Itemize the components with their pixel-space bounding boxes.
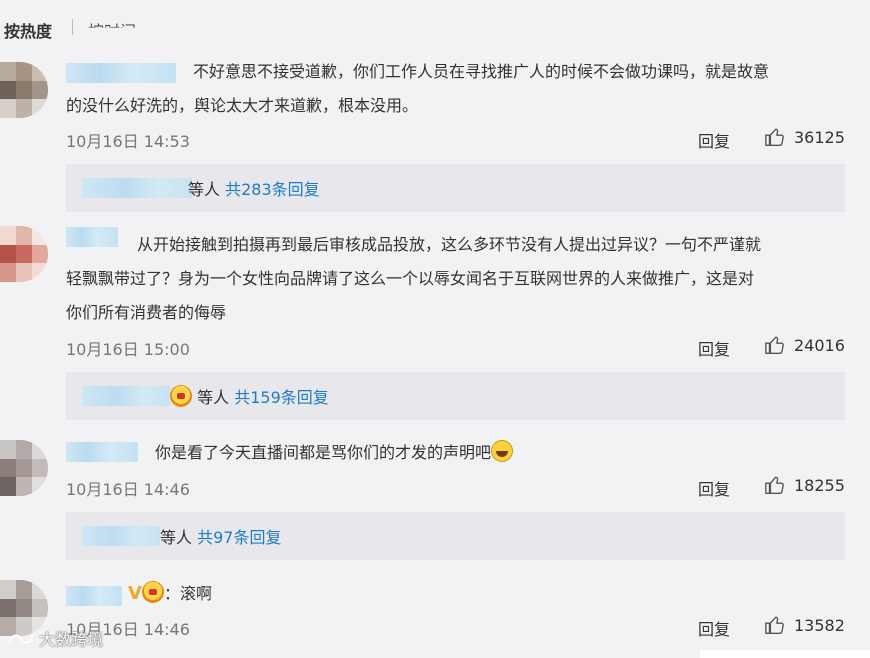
sort-divider [72,19,73,35]
reply-button[interactable]: 回复 [698,128,730,152]
avatar[interactable] [0,62,48,118]
username[interactable] [66,442,138,462]
like-count: 36125 [794,127,845,147]
reply-summary[interactable]: 等人 共159条回复 [66,372,845,420]
laugh-emoji-icon [491,440,514,462]
thumbs-up-icon [765,128,784,146]
thumbs-up-icon [765,336,784,354]
bottom-edge [700,650,870,658]
reply-count-link[interactable]: 共159条回复 [234,388,329,407]
replier-names [82,526,160,546]
watermark-logo: 大数跨境 [8,626,103,650]
comment-time: 10月16日 14:46 [66,480,190,499]
username[interactable] [66,63,176,83]
comment-text: 不好意思不接受道歉，你们工作人员在寻找推广人的时候不会做功课吗，就是故意 [193,62,770,81]
reply-button[interactable]: 回复 [698,616,730,640]
comment-text: 你是看了今天直播间都是骂你们的才发的声明吧 [155,436,514,470]
like-count: 13582 [794,615,845,635]
reply-button[interactable]: 回复 [698,476,730,500]
comment-time: 10月16日 14:53 [66,132,190,151]
comment-text: V ：滚啊 [128,577,212,611]
replier-names [82,178,192,198]
thumbs-up-icon [765,476,784,494]
like-button[interactable]: 36125 [764,126,845,148]
sort-by-time-tab[interactable]: 按时间 [88,18,136,28]
reply-count-link[interactable]: 共283条回复 [225,180,320,199]
reply-summary-text: 等人 共283条回复 [188,180,320,199]
reply-summary-text: 等人 共97条回复 [160,528,282,547]
comment-time: 10月16日 15:00 [66,340,190,359]
reply-button[interactable]: 回复 [698,336,730,360]
reply-summary[interactable]: 等人 共97条回复 [66,512,845,560]
avatar[interactable] [0,226,48,282]
comment-text-cont: 轻飘飘带过了？身为一个女性向品牌请了这么一个以辱女闻名于互联网世界的人来做推广，… [66,269,755,288]
comment-text-cont: 你们所有消费者的侮辱 [66,303,227,322]
fan-badge-icon [170,385,192,407]
replier-names [82,386,170,406]
verified-v-icon: V [128,583,142,604]
like-button[interactable]: 13582 [764,614,845,636]
comment-text: 从开始接触到拍摄再到最后审核成品投放，这么多环节没有人提出过异议？一句不严谨就 [137,235,762,254]
like-button[interactable]: 24016 [764,334,845,356]
avatar[interactable] [0,440,48,496]
username[interactable] [66,227,118,247]
watermark-icon [8,634,34,644]
like-count: 24016 [794,335,845,355]
like-button[interactable]: 18255 [764,474,845,496]
reply-summary-text: 等人 共159条回复 [170,384,329,408]
reply-count-link[interactable]: 共97条回复 [197,528,281,547]
reply-summary[interactable]: 等人 共283条回复 [66,164,845,212]
comment-text-cont: 的没什么好洗的，舆论太大才来道歉，根本没用。 [66,96,419,115]
sort-by-hot-tab[interactable]: 按热度 [4,18,52,42]
thumbs-up-icon [765,616,784,634]
username[interactable] [66,586,122,606]
like-count: 18255 [794,475,845,495]
fan-badge-icon [141,581,164,603]
